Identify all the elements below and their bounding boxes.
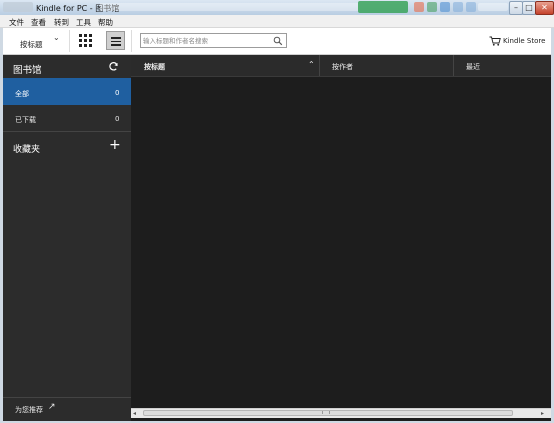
kindle-store-label: Kindle Store — [503, 37, 546, 45]
blurred-green-button — [358, 1, 408, 13]
search-input[interactable] — [143, 35, 268, 46]
tray-icon — [466, 2, 476, 12]
search-box — [140, 33, 287, 48]
collections-label: 收藏夹 — [13, 145, 41, 155]
recommendations-label: 为您推荐 — [15, 406, 43, 414]
tray-icon — [414, 2, 424, 12]
divider — [131, 30, 132, 52]
scrollbar-grip — [322, 411, 330, 414]
divider — [3, 131, 131, 132]
search-icon[interactable] — [273, 36, 283, 46]
sort-dropdown-label: 按标题 — [20, 40, 43, 49]
sidebar-item-label: 全部 — [15, 90, 29, 98]
column-header-label: 按标题 — [144, 63, 165, 71]
sidebar-item-count: 0 — [115, 115, 120, 123]
column-header-label: 最近 — [466, 63, 480, 71]
menu-bar: 文件 查看 转到 工具 帮助 — [0, 15, 554, 28]
recommendations-link[interactable]: 为您推荐 ↗ — [3, 398, 131, 421]
list-view-button[interactable] — [106, 31, 125, 50]
app-icon — [3, 2, 33, 12]
menu-file[interactable]: 文件 — [9, 17, 24, 28]
blurred-region — [478, 3, 508, 11]
column-header-author[interactable]: 按作者 — [319, 55, 454, 76]
menu-view[interactable]: 查看 — [31, 17, 46, 28]
book-list: 按标题 ⌃ 按作者 最近 ◂ ▸ — [131, 55, 551, 421]
grid-view-button[interactable] — [79, 34, 92, 47]
horizontal-scrollbar[interactable]: ◂ ▸ — [131, 408, 551, 418]
blurred-region — [100, 3, 360, 11]
library-title: 图书馆 — [13, 65, 42, 76]
column-header-row: 按标题 ⌃ 按作者 最近 — [131, 55, 551, 77]
tray-icon — [453, 2, 463, 12]
menu-tools[interactable]: 工具 — [76, 17, 91, 28]
sidebar-item-all[interactable]: 全部 0 — [3, 78, 131, 105]
scroll-left-arrow-icon[interactable]: ◂ — [133, 410, 136, 417]
tray-icon — [440, 2, 450, 12]
sidebar-item-count: 0 — [115, 89, 120, 97]
sidebar-item-downloaded[interactable]: 已下载 0 — [3, 105, 131, 131]
toolbar: 按标题 ⌄ Kindle Store — [3, 28, 551, 55]
column-header-label: 按作者 — [332, 63, 353, 71]
chevron-down-icon: ⌄ — [53, 33, 60, 42]
add-collection-icon[interactable]: + — [109, 138, 121, 152]
sidebar-item-label: 已下载 — [15, 116, 36, 124]
maximize-button[interactable]: □ — [522, 1, 536, 15]
scroll-right-arrow-icon[interactable]: ▸ — [541, 410, 544, 417]
menu-goto[interactable]: 转到 — [54, 17, 69, 28]
sort-ascending-icon: ⌃ — [308, 60, 315, 69]
cart-icon — [489, 36, 501, 46]
close-button[interactable]: ✕ — [535, 1, 554, 15]
menu-help[interactable]: 帮助 — [98, 17, 113, 28]
sidebar: 图书馆 全部 0 已下载 0 收藏夹 + 为您推荐 ↗ — [3, 55, 131, 421]
column-header-recent[interactable]: 最近 — [453, 55, 552, 76]
column-header-title[interactable]: 按标题 ⌃ — [131, 55, 319, 76]
tray-icon — [427, 2, 437, 12]
sort-dropdown[interactable]: 按标题 ⌄ — [13, 30, 68, 52]
window-title-bar[interactable]: Kindle for PC - 图书馆 – □ ✕ — [0, 0, 554, 15]
minimize-button[interactable]: – — [509, 1, 523, 15]
divider — [69, 30, 70, 52]
kindle-store-link[interactable]: Kindle Store — [487, 32, 549, 50]
external-link-icon: ↗ — [48, 402, 56, 412]
sync-icon[interactable] — [108, 61, 119, 72]
